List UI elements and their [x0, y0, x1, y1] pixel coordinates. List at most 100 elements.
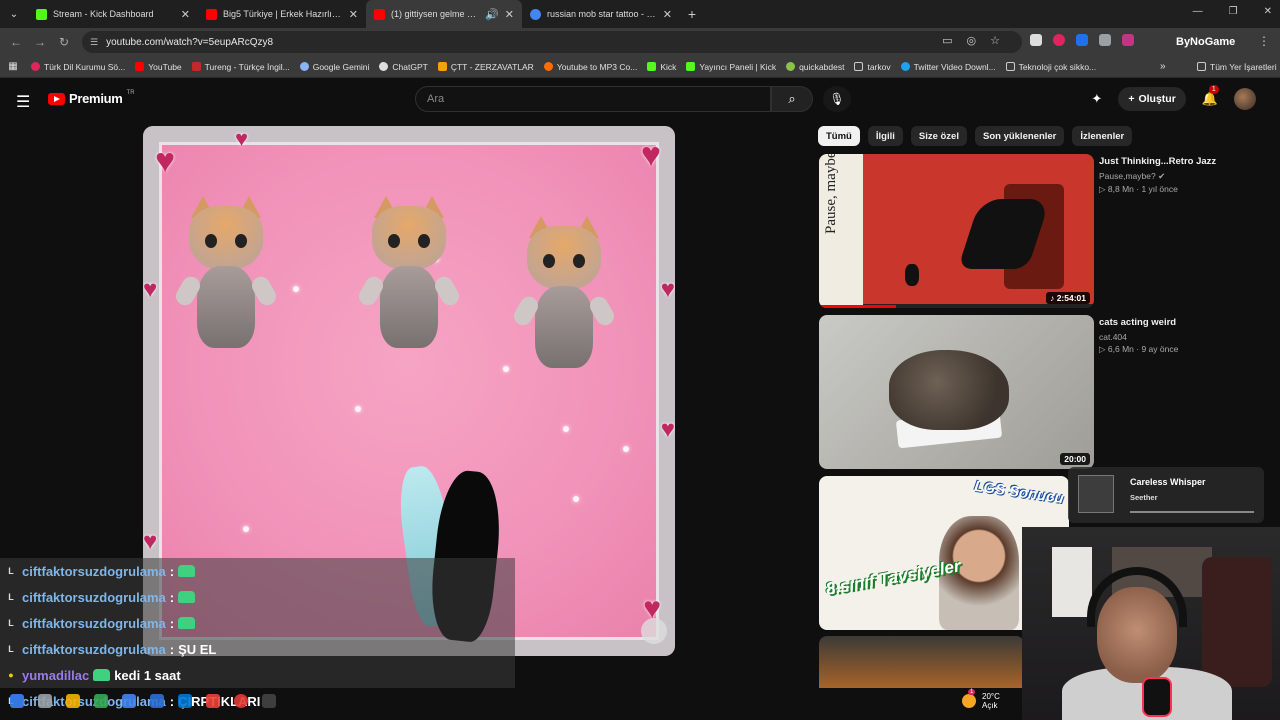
bookmark-item[interactable]: YouTube [130, 62, 186, 72]
close-tab-icon[interactable]: ✕ [181, 8, 190, 21]
bookmark-item[interactable]: Kick [642, 62, 681, 72]
youtube-icon [135, 62, 145, 71]
browser-menu-icon[interactable]: ⋮ [1258, 34, 1270, 48]
close-tab-icon[interactable]: ✕ [663, 8, 672, 21]
new-tab-button[interactable]: + [680, 6, 704, 22]
taskbar-app-icon[interactable] [150, 694, 164, 708]
chatgpt-icon [379, 62, 389, 71]
close-tab-icon[interactable]: ✕ [349, 8, 358, 21]
channel-name[interactable]: Pause,maybe? ✔ [1099, 171, 1269, 182]
avatar[interactable] [1234, 88, 1256, 110]
notifications-button[interactable]: 🔔 1 [1202, 85, 1219, 107]
chat-message: L ciftfaktorsuzdogrulama: ŞU EL [0, 636, 515, 662]
bookmark-item[interactable]: tarkov [849, 62, 895, 72]
video-thumbnail[interactable] [819, 636, 1024, 688]
minimize-icon[interactable]: — [1193, 6, 1203, 17]
heart-decoration: ♥ [143, 276, 158, 303]
menu-icon[interactable]: ☰ [16, 92, 30, 112]
chip-related[interactable]: İlgili [867, 126, 903, 146]
gaming-chair [1202, 557, 1272, 687]
site-info-icon[interactable]: ☰ [90, 37, 98, 48]
create-button[interactable]: + Oluştur [1118, 87, 1186, 111]
video-thumbnail[interactable]: 20:00 [819, 315, 1094, 469]
video-title[interactable]: Just Thinking...Retro Jazz [1099, 156, 1269, 168]
taskbar-app-icon[interactable] [38, 694, 52, 708]
taskbar-app-icon[interactable] [66, 694, 80, 708]
voice-search-button[interactable]: 🎙 [823, 86, 851, 112]
channel-name[interactable]: cat.404 [1099, 332, 1269, 342]
taskbar-app-icon[interactable] [206, 694, 220, 708]
close-window-icon[interactable]: ✕ [1264, 6, 1272, 17]
browser-tab-strip: ⌄ Stream - Kick Dashboard ✕ Big5 Türkiye… [0, 0, 1280, 28]
chat-username: ciftfaktorsuzdogrulama [22, 589, 166, 605]
sparkle [563, 426, 569, 432]
folder-icon [854, 62, 864, 71]
window-controls: — ❐ ✕ [1193, 6, 1272, 17]
address-bar[interactable]: ☰ youtube.com/watch?v=5eupARcQzy8 [82, 31, 1022, 53]
bookmark-item[interactable]: Youtube to MP3 Co... [539, 62, 643, 72]
bookmark-item[interactable]: Türk Dil Kurumu Sö... [26, 62, 130, 72]
bookmark-item[interactable]: quickabdest [781, 62, 849, 72]
cast-icon[interactable]: ▭ [942, 34, 952, 47]
chip-all[interactable]: Tümü [818, 126, 860, 146]
taskbar-app-icon[interactable] [94, 694, 108, 708]
bookmark-item[interactable]: ÇTT - ZERZAVATLAR [433, 62, 539, 72]
weather-desc: Açık [982, 701, 998, 710]
profile-chip[interactable]: ByNoGame [1170, 33, 1241, 51]
youtube-logo[interactable]: Premium TR [48, 90, 135, 106]
eye-off-icon[interactable]: ◎ [967, 34, 977, 47]
reload-icon[interactable]: ↻ [52, 35, 76, 49]
maximize-icon[interactable]: ❐ [1229, 6, 1238, 17]
bookmark-label: Google Gemini [312, 61, 370, 72]
audio-icon[interactable]: 🔊 [485, 8, 499, 21]
tab-current-video[interactable]: (1) gittiysen gelme geri kedi 🔊 ✕ [366, 0, 522, 28]
microphone [1142, 677, 1172, 717]
apps-grid-icon[interactable]: ▦ [0, 61, 26, 72]
back-icon[interactable]: ← [4, 35, 28, 49]
search-input[interactable]: Ara [415, 86, 771, 112]
taskbar-app-icon[interactable] [178, 694, 192, 708]
bookmark-item[interactable]: Teknoloji çok sikko... [1001, 62, 1101, 72]
chip-recently-uploaded[interactable]: Son yüklenenler [974, 126, 1065, 146]
tab-big5[interactable]: Big5 Türkiye | Erkek Hazırlık Se ✕ [198, 0, 366, 28]
bookmark-item[interactable]: ChatGPT [374, 62, 432, 72]
thumbnail-floor [863, 304, 1094, 308]
bookmark-item[interactable]: Tureng - Türkçe İngil... [187, 62, 295, 72]
forward-icon[interactable]: → [28, 35, 52, 49]
all-bookmarks-item[interactable]: Tüm Yer İşaretleri [1192, 62, 1280, 72]
cat-body [535, 286, 593, 368]
bookmark-star-icon[interactable]: ☆ [990, 34, 1000, 47]
extension-icon[interactable] [1076, 34, 1088, 46]
tab-kick-dashboard[interactable]: Stream - Kick Dashboard ✕ [28, 0, 198, 28]
video-thumbnail[interactable]: Pause, maybe? ♪ 2:54:01 [819, 154, 1094, 308]
related-filter-chips: Tümü İlgili Size özel Son yüklenenler İz… [818, 126, 1133, 146]
terminal-icon[interactable] [262, 694, 276, 708]
extension-puzzle-icon[interactable]: ✦ [1091, 91, 1102, 107]
start-icon[interactable] [10, 694, 24, 708]
recommendation-item[interactable]: 20:00 cats acting weird cat.404 ▷ 6,6 Mn… [819, 315, 1269, 471]
extension-icon[interactable] [1099, 34, 1111, 46]
weather-widget[interactable]: 1 20°C Açık [962, 689, 1000, 710]
chip-watched[interactable]: İzlenenler [1072, 126, 1133, 146]
bookmark-item[interactable]: Twitter Video Downl... [896, 62, 1001, 72]
video-title[interactable]: cats acting weird [1099, 317, 1269, 329]
chip-for-you[interactable]: Size özel [910, 126, 967, 146]
recommendation-item[interactable]: Pause, maybe? ♪ 2:54:01 Just Thinking...… [819, 154, 1269, 310]
extension-icon[interactable] [1053, 34, 1065, 46]
search-button[interactable]: ⌕ [771, 86, 813, 112]
tab-google-search[interactable]: russian mob star tattoo - Goog ✕ [522, 0, 680, 28]
extension-icon[interactable] [1122, 34, 1134, 46]
bookmark-label: tarkov [867, 61, 891, 72]
taskbar-app-icon[interactable] [234, 694, 248, 708]
header-actions: ✦ + Oluştur 🔔 1 [1091, 85, 1256, 111]
taskbar-app-icon[interactable] [122, 694, 136, 708]
bookmark-item[interactable]: Yayıncı Paneli | Kick [681, 62, 781, 72]
close-tab-icon[interactable]: ✕ [505, 8, 514, 21]
extension-icon[interactable] [1030, 34, 1042, 46]
dancing-cat [172, 196, 280, 356]
bookmark-item[interactable]: Google Gemini [295, 62, 375, 72]
more-bookmarks-icon[interactable]: » [1160, 61, 1166, 72]
tab-search-icon[interactable]: ⌄ [0, 9, 28, 20]
duration-badge: ♪ 2:54:01 [1046, 292, 1090, 304]
cat-body [197, 266, 255, 348]
